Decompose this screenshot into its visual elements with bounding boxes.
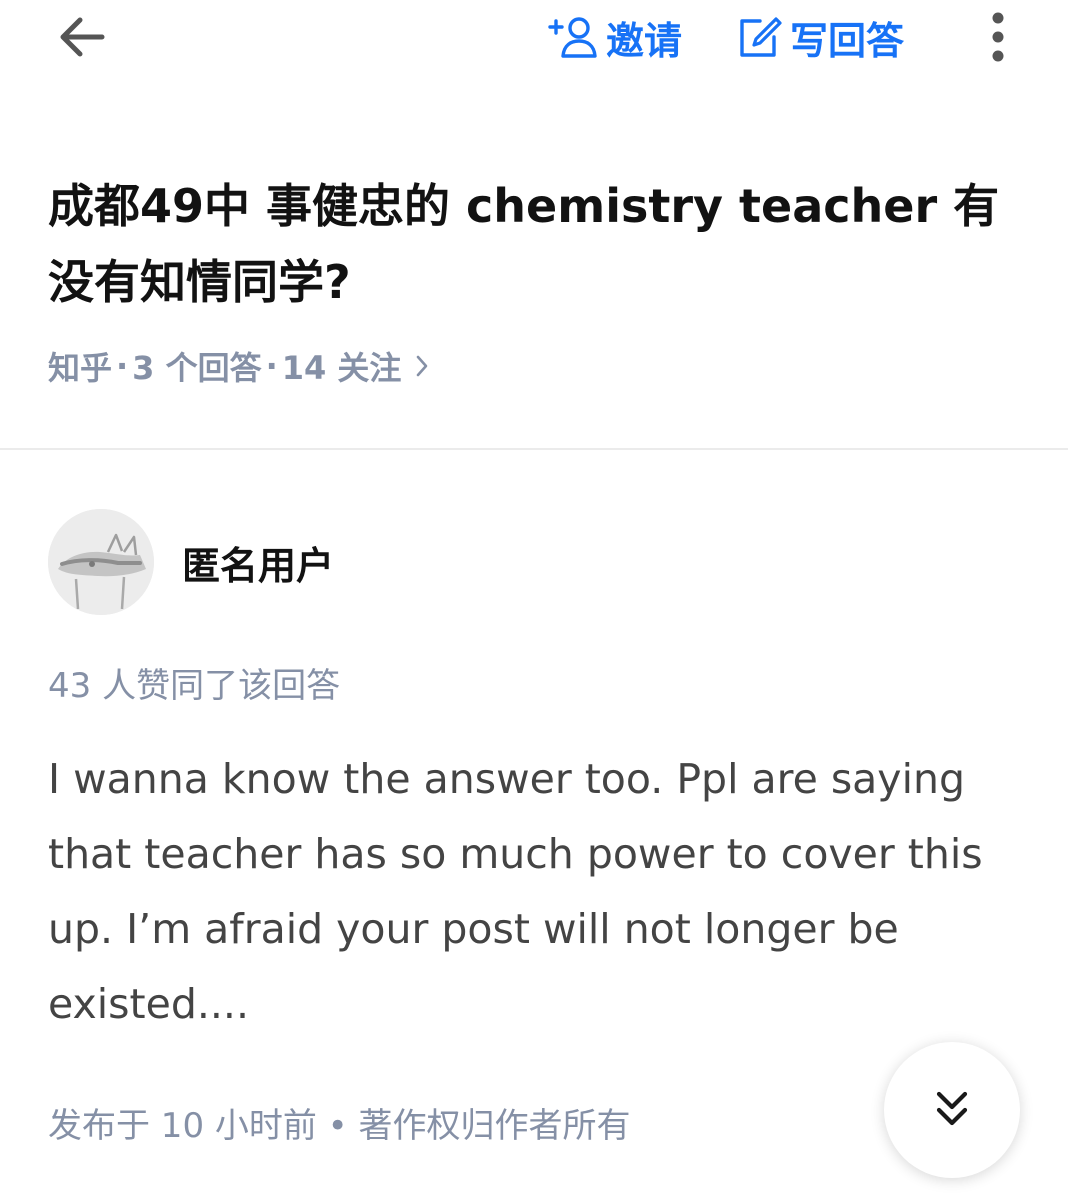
arrow-left-icon xyxy=(60,17,105,57)
question-page: 邀请 写回答 成都49中 事健忠的 chemistry teacher 有没有知… xyxy=(0,0,1068,1200)
write-answer-button[interactable]: 写回答 xyxy=(736,10,904,64)
person-add-icon xyxy=(548,17,597,58)
chevron-right-icon xyxy=(415,354,429,378)
write-answer-label: 写回答 xyxy=(790,18,905,63)
top-bar: 邀请 写回答 xyxy=(0,0,1068,80)
edit-icon xyxy=(740,17,782,57)
source-label: 知乎 xyxy=(48,349,113,387)
double-chevron-down-icon xyxy=(936,1091,968,1126)
more-button[interactable] xyxy=(978,8,1018,66)
vote-count: 43 人赞同了该回答 xyxy=(48,666,341,706)
anonymous-avatar-icon xyxy=(48,509,154,615)
question-meta[interactable]: 知乎 · 3 个回答 · 14 关注 xyxy=(48,342,429,390)
answer-body[interactable]: I wanna know the answer too. Ppl are say… xyxy=(48,742,1023,1042)
meta-separator: · xyxy=(265,347,278,385)
question-title: 成都49中 事健忠的 chemistry teacher 有没有知情同学? xyxy=(48,179,1000,309)
next-answer-button[interactable] xyxy=(884,1042,1020,1178)
section-divider xyxy=(0,448,1068,450)
meta-separator: · xyxy=(116,347,129,385)
invite-label: 邀请 xyxy=(606,18,683,63)
back-button[interactable] xyxy=(52,12,112,62)
answer-footer: 发布于 10 小时前 • 著作权归作者所有 xyxy=(48,1106,631,1146)
more-vertical-icon xyxy=(992,12,1004,62)
answer-author[interactable]: 匿名用户 xyxy=(48,508,334,616)
follower-count: 14 关注 xyxy=(281,349,402,387)
answer-count: 3 个回答 xyxy=(132,349,262,387)
invite-button[interactable]: 邀请 xyxy=(548,10,682,64)
author-name: 匿名用户 xyxy=(182,543,335,588)
